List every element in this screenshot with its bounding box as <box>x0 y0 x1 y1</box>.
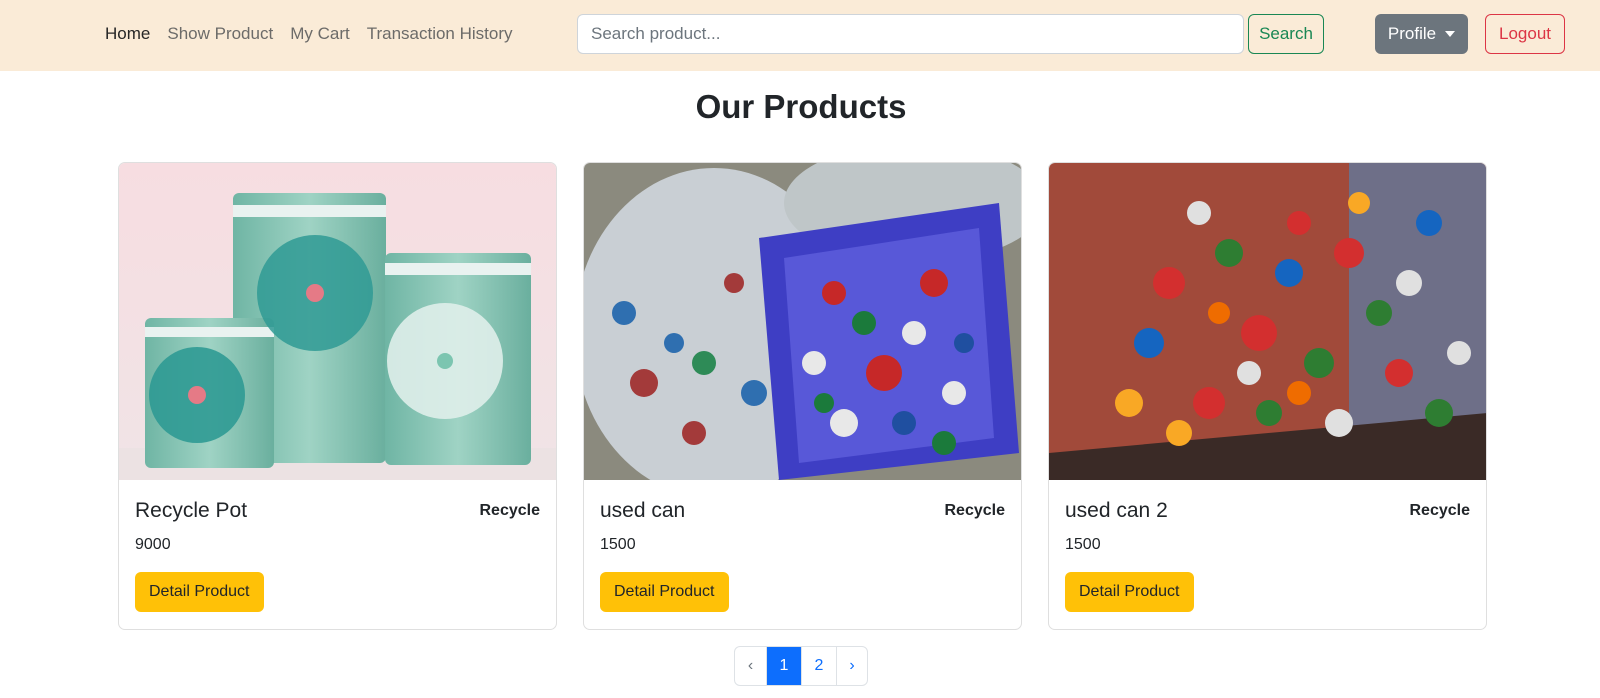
product-price: 1500 <box>600 536 636 553</box>
product-card: used can Recycle 1500 Detail Product <box>583 162 1022 630</box>
product-name: used can 2 <box>1065 499 1168 522</box>
pagination-prev-icon[interactable]: ‹ <box>735 647 766 685</box>
page-title: Our Products <box>695 88 907 125</box>
product-category: Recycle <box>944 502 1006 519</box>
nav-link-home[interactable]: Home <box>105 24 150 44</box>
product-category: Recycle <box>479 502 541 519</box>
search-input[interactable] <box>577 14 1244 54</box>
card-body: used can Recycle 1500 Detail Product <box>584 480 1021 629</box>
product-price: 9000 <box>135 536 171 553</box>
detail-product-button[interactable]: Detail Product <box>135 572 264 612</box>
card-body: used can 2 Recycle 1500 Detail Product <box>1049 480 1486 629</box>
product-name: used can <box>600 499 686 522</box>
detail-product-button[interactable]: Detail Product <box>1065 572 1194 612</box>
nav-link-transaction-history[interactable]: Transaction History <box>367 24 513 44</box>
product-card: Recycle Pot Recycle 9000 Detail Product <box>118 162 557 630</box>
product-name: Recycle Pot <box>135 499 248 522</box>
product-card: used can 2 Recycle 1500 Detail Product <box>1048 162 1487 630</box>
profile-dropdown-button[interactable]: Profile <box>1375 14 1468 54</box>
product-price: 1500 <box>1065 536 1101 553</box>
pagination-next-icon[interactable]: › <box>836 647 867 685</box>
product-grid: Recycle Pot Recycle 9000 Detail Product <box>118 162 1487 630</box>
logout-button[interactable]: Logout <box>1485 14 1565 54</box>
product-image <box>1049 163 1486 480</box>
nav-link-my-cart[interactable]: My Cart <box>290 24 350 44</box>
caret-down-icon <box>1445 31 1456 37</box>
product-image <box>584 163 1021 480</box>
product-category: Recycle <box>1409 502 1471 519</box>
nav-link-show-product[interactable]: Show Product <box>167 24 273 44</box>
detail-product-button[interactable]: Detail Product <box>600 572 729 612</box>
profile-label: Profile <box>1387 24 1437 43</box>
product-image <box>119 163 556 480</box>
card-body: Recycle Pot Recycle 9000 Detail Product <box>119 480 556 629</box>
search-button[interactable]: Search <box>1248 14 1324 54</box>
pagination-page-1[interactable]: 1 <box>766 647 801 685</box>
navbar: Home Show Product My Cart Transaction Hi… <box>0 0 1600 71</box>
pagination-page-2[interactable]: 2 <box>801 647 836 685</box>
nav-links: Home Show Product My Cart Transaction Hi… <box>105 24 513 44</box>
pagination: ‹ 1 2 › <box>734 646 868 686</box>
